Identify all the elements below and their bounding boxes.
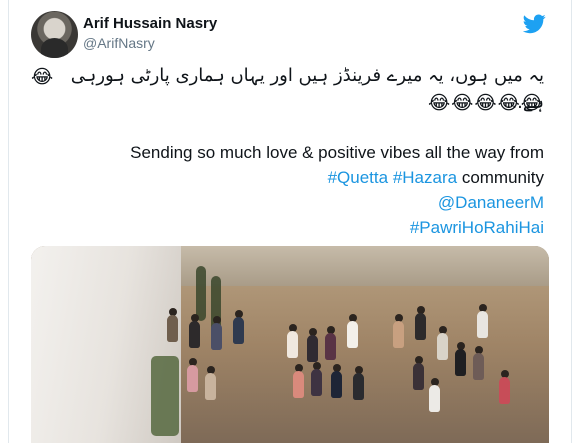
laughing-emoji-row: 😂😂😂😂😂 bbox=[427, 93, 544, 114]
tweet-media-image[interactable] bbox=[31, 246, 549, 443]
tweet-hashtags-line: #Quetta #Hazara community bbox=[328, 168, 544, 188]
media-person bbox=[415, 313, 426, 340]
media-shrub bbox=[151, 356, 179, 436]
media-person bbox=[325, 333, 336, 360]
media-person bbox=[233, 317, 244, 344]
media-person bbox=[393, 321, 404, 348]
media-person bbox=[353, 373, 364, 400]
media-person bbox=[477, 311, 488, 338]
media-person bbox=[429, 385, 440, 412]
media-tree bbox=[196, 266, 206, 321]
user-name[interactable]: Arif Hussain Nasry bbox=[83, 15, 217, 32]
media-person bbox=[347, 321, 358, 348]
media-person bbox=[499, 377, 510, 404]
media-person bbox=[413, 363, 424, 390]
media-person bbox=[189, 321, 200, 348]
media-person bbox=[455, 349, 466, 376]
media-person bbox=[293, 371, 304, 398]
hashtag-pawri-link[interactable]: #PawriHoRahiHai bbox=[410, 218, 544, 238]
media-person bbox=[473, 353, 484, 380]
media-person bbox=[167, 315, 178, 342]
hashtag-quetta-link[interactable]: #Quetta bbox=[328, 168, 389, 187]
twitter-bird-icon[interactable] bbox=[523, 14, 546, 34]
media-person bbox=[437, 333, 448, 360]
tweet-card[interactable]: Arif Hussain Nasry @ArifNasry یہ میں ہوں… bbox=[0, 0, 576, 443]
media-person bbox=[287, 331, 298, 358]
media-person bbox=[187, 365, 198, 392]
media-person bbox=[311, 369, 322, 396]
hashtag-hazara-link[interactable]: #Hazara bbox=[393, 168, 457, 187]
community-text: community bbox=[461, 168, 544, 187]
laughing-emoji-icon: 😂 bbox=[31, 67, 54, 88]
media-person bbox=[331, 371, 342, 398]
tweet-english-line: Sending so much love & positive vibes al… bbox=[130, 143, 544, 162]
mention-link[interactable]: @DananeerM bbox=[438, 193, 544, 213]
media-person bbox=[205, 373, 216, 400]
avatar[interactable] bbox=[31, 11, 78, 58]
user-handle[interactable]: @ArifNasry bbox=[83, 35, 155, 51]
media-fence bbox=[181, 246, 549, 286]
media-person bbox=[307, 335, 318, 362]
media-person bbox=[211, 323, 222, 350]
